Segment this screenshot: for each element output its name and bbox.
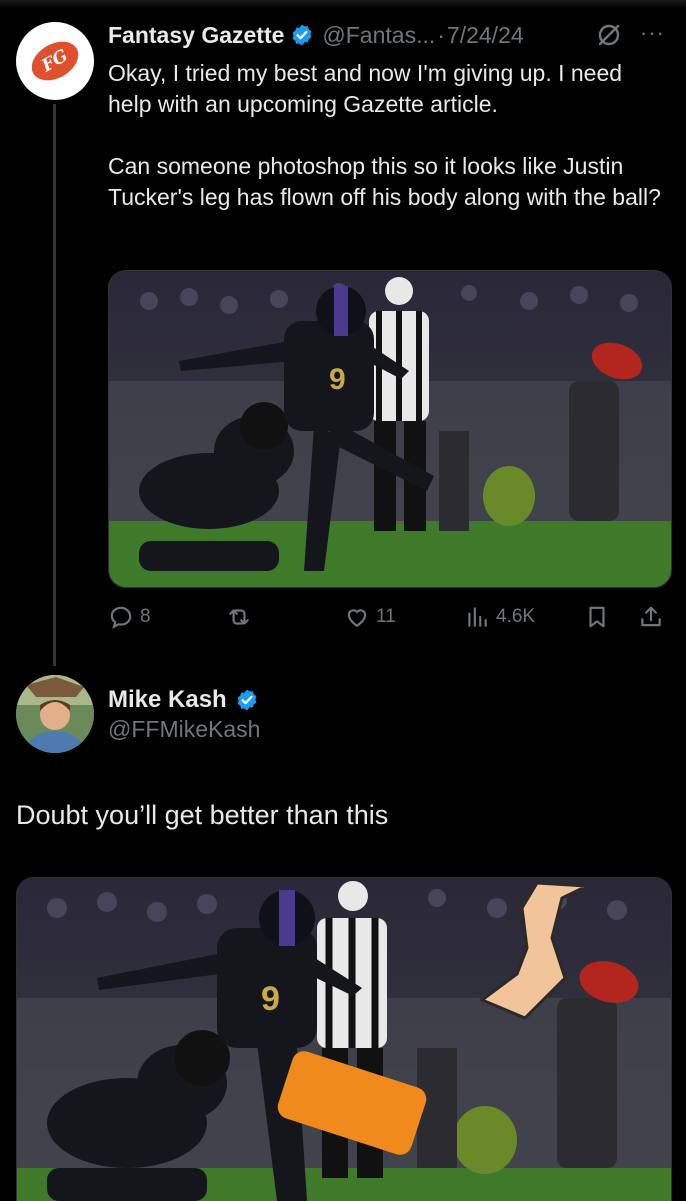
- like-count: 11: [376, 606, 396, 627]
- tweet1-body: Okay, I tried my best and now I'm giving…: [108, 58, 668, 213]
- views-count: 4.6K: [496, 606, 536, 627]
- tweet1-handle[interactable]: @Fantas...: [322, 22, 435, 49]
- reply-icon: [110, 606, 132, 629]
- tweet1-action-bar: 8 11 4.6K: [108, 600, 670, 634]
- tweet2-photo[interactable]: 9: [16, 877, 672, 1201]
- tweet1-header: Fantasy Gazette @Fantas... · 7/24/24: [108, 18, 524, 52]
- tweet1-date[interactable]: 7/24/24: [447, 22, 524, 49]
- tweet1-paragraph-2: Can someone photoshop this so it looks l…: [108, 153, 661, 210]
- share-icon: [641, 606, 661, 627]
- avatar-mike-kash[interactable]: [16, 675, 94, 753]
- more-icon[interactable]: ···: [640, 20, 665, 46]
- like-button[interactable]: 11: [344, 600, 396, 634]
- grok-icon[interactable]: [596, 22, 622, 48]
- tweet1-photo[interactable]: 9: [108, 270, 672, 588]
- bookmark-icon: [589, 606, 605, 628]
- share-button[interactable]: [638, 600, 664, 634]
- tweet2-display-name[interactable]: Mike Kash: [108, 686, 227, 714]
- retweet-icon: [229, 609, 249, 625]
- retweet-button[interactable]: [226, 600, 258, 634]
- tweet2-body: Doubt you’ll get better than this: [16, 800, 389, 830]
- kicker-photo-edited: 9: [17, 878, 671, 1201]
- reply-button[interactable]: 8: [108, 600, 151, 634]
- fg-logo-icon: FG: [24, 33, 86, 89]
- verified-badge-icon: [237, 689, 257, 711]
- kicker-photo-original: 9: [109, 271, 671, 587]
- svg-text:9: 9: [261, 980, 280, 1018]
- svg-text:9: 9: [329, 363, 346, 396]
- bookmark-button[interactable]: [584, 600, 610, 634]
- reply-count: 8: [140, 606, 151, 627]
- profile-photo: [16, 675, 94, 753]
- tweet2-handle[interactable]: @FFMikeKash: [108, 716, 260, 743]
- views-button[interactable]: 4.6K: [464, 600, 535, 634]
- verified-badge-icon: [293, 24, 312, 46]
- tweet2-header: Mike Kash: [108, 683, 267, 717]
- avatar-fantasy-gazette[interactable]: FG: [16, 22, 94, 100]
- tweet1-date-separator: ·: [437, 21, 445, 48]
- thread-connector-line: [53, 104, 56, 666]
- like-icon: [347, 609, 367, 627]
- tweet1-paragraph-1: Okay, I tried my best and now I'm giving…: [108, 60, 623, 117]
- tweet1-display-name[interactable]: Fantasy Gazette: [108, 22, 284, 49]
- views-icon: [468, 607, 487, 627]
- status-bar-edge: [0, 0, 686, 8]
